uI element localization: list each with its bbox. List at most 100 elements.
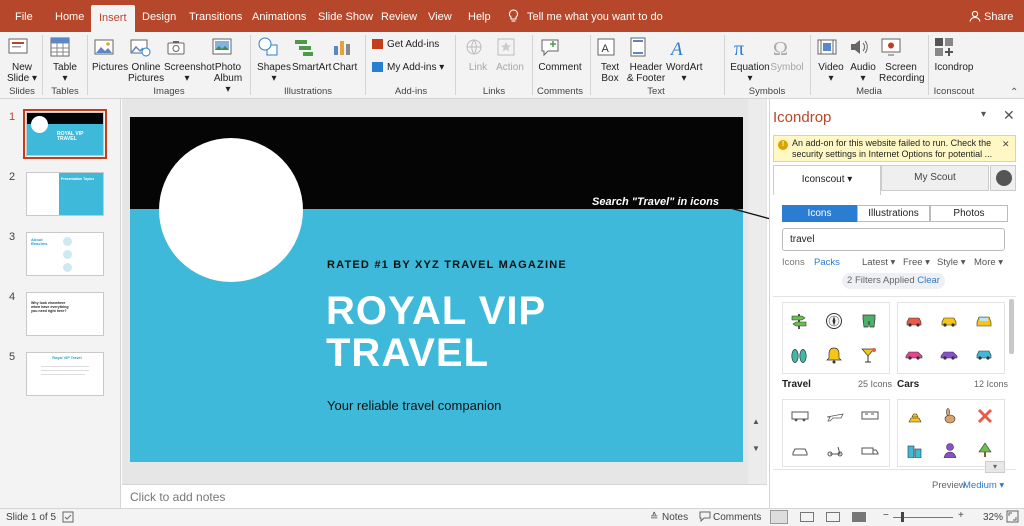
tell-me-search[interactable]: Tell me what you want to do [527, 0, 663, 32]
get-addins-button[interactable]: Get Add-ins [372, 39, 448, 50]
user-avatar-button[interactable] [990, 165, 1016, 191]
comments-button[interactable]: Comments [713, 512, 761, 523]
tab-transitions[interactable]: Transitions [189, 0, 242, 32]
filter-packs[interactable]: Packs [814, 257, 840, 268]
spellcheck-icon[interactable] [62, 511, 74, 523]
dropdown-more[interactable]: More ▾ [974, 257, 1003, 268]
scroll-more-icon[interactable]: ▾ [985, 461, 1005, 473]
audio-button[interactable]: Audio ▾ [847, 35, 879, 84]
dropdown-latest[interactable]: Latest ▾ [862, 257, 895, 268]
tab-home[interactable]: Home [55, 0, 84, 32]
slide-thumbnail-1[interactable]: ROYAL VIP TRAVEL [26, 112, 104, 156]
tab-animations[interactable]: Animations [252, 0, 306, 32]
icondrop-button[interactable]: Icondrop [932, 35, 976, 73]
zoom-level[interactable]: 32% [983, 512, 1003, 523]
notes-button[interactable]: Notes [662, 512, 688, 523]
pack-name-travel[interactable]: Travel [782, 379, 811, 390]
tab-iconscout[interactable]: Iconscout ▾ [773, 165, 881, 195]
equation-label: Equation [730, 62, 770, 73]
pane-scrollbar[interactable] [1009, 299, 1014, 354]
notes-area[interactable]: Click to add notes [122, 484, 767, 508]
slideshow-button[interactable] [852, 512, 866, 522]
photo-album-icon [210, 35, 246, 59]
online-pictures-button[interactable]: Online Pictures [128, 35, 164, 84]
group-label-tables: Tables [51, 86, 79, 97]
zoom-in-button[interactable]: + [958, 510, 964, 521]
link-button[interactable]: Link [462, 35, 494, 73]
table-button[interactable]: Table ▾ [48, 35, 82, 84]
chart-button[interactable]: Chart [330, 35, 360, 73]
notes-icon: ≙ [650, 512, 659, 523]
fit-to-window-icon[interactable] [1006, 510, 1019, 523]
slide-canvas[interactable]: RATED #1 BY XYZ TRAVEL MAGAZINE ROYAL VI… [130, 117, 743, 462]
screenshot-button[interactable]: Screenshot ▾ [164, 35, 215, 84]
pack-name-cars[interactable]: Cars [897, 379, 919, 390]
new-slide-button[interactable]: New Slide ▾ [6, 35, 38, 84]
reading-view-button[interactable] [826, 512, 840, 522]
shapes-button[interactable]: Shapes ▾ [256, 35, 292, 84]
filter-icons[interactable]: Icons [782, 257, 805, 268]
slide-kicker[interactable]: RATED #1 BY XYZ TRAVEL MAGAZINE [327, 259, 567, 271]
photo-album-label-2: Album [213, 73, 243, 84]
share-button[interactable]: Share [984, 0, 1013, 32]
dropdown-style[interactable]: Style ▾ [937, 257, 966, 268]
comment-button[interactable]: Comment [538, 35, 582, 73]
slide-circle-placeholder[interactable] [159, 138, 303, 282]
slide-thumbnail-3[interactable]: About Beaches [26, 232, 104, 276]
pack-card-cars[interactable] [897, 302, 1005, 374]
pack-card[interactable] [897, 399, 1005, 467]
pack-card-travel[interactable] [782, 302, 890, 374]
scroll-up-icon[interactable]: ▲ [752, 417, 760, 426]
slide-thumbnail-5[interactable]: Royal VIP Travel [26, 352, 104, 396]
header-footer-button[interactable]: Header & Footer [626, 35, 666, 84]
video-button[interactable]: Video ▾ [815, 35, 847, 84]
editor-scrollbar[interactable]: ▲ ▼ [748, 99, 766, 484]
collapse-ribbon-icon[interactable]: ⌃ [1010, 87, 1018, 98]
pane-options-icon[interactable]: ▾ [981, 109, 986, 120]
slide-title[interactable]: ROYAL VIP TRAVEL [326, 290, 546, 374]
seg-photos[interactable]: Photos [930, 205, 1008, 222]
wordart-button[interactable]: A WordArt ▾ [666, 35, 703, 84]
new-slide-label-1: New [11, 62, 32, 73]
pictures-button[interactable]: Pictures [92, 35, 128, 73]
thumb-title: Presentation Topics [61, 177, 95, 181]
dropdown-free[interactable]: Free ▾ [903, 257, 930, 268]
smartart-button[interactable]: SmartArt [292, 35, 331, 73]
scroll-down-icon[interactable]: ▼ [752, 444, 760, 453]
slide-thumbnail-4[interactable]: Why look elsewhere when have everything … [26, 292, 104, 336]
screen-recording-button[interactable]: Screen Recording [879, 35, 925, 84]
slide-thumbnail-2[interactable]: Presentation Topics [26, 172, 104, 216]
zoom-slider-thumb[interactable] [901, 512, 904, 522]
tab-design[interactable]: Design [142, 0, 176, 32]
tab-help[interactable]: Help [468, 0, 491, 32]
tab-view[interactable]: View [428, 0, 452, 32]
seg-illustrations[interactable]: Illustrations [857, 205, 930, 222]
compass-icon [825, 312, 843, 330]
tab-file[interactable]: File [15, 0, 33, 32]
clear-filters-link[interactable]: Clear [917, 275, 940, 286]
tab-insert[interactable]: Insert [91, 5, 135, 32]
slide-sorter-button[interactable] [800, 512, 814, 522]
my-addins-button[interactable]: My Add-ins ▾ [372, 62, 448, 73]
normal-view-button[interactable] [770, 510, 788, 524]
dropdown-arrow-icon: ▾ [828, 73, 834, 84]
action-button[interactable]: Action [494, 35, 526, 73]
audio-label: Audio [850, 62, 876, 73]
tab-review[interactable]: Review [381, 0, 417, 32]
symbol-button[interactable]: Ω Symbol [770, 35, 804, 73]
warning-close-icon[interactable]: ✕ [1002, 139, 1010, 150]
search-input[interactable]: travel [782, 228, 1005, 251]
camera-icon [164, 35, 210, 59]
close-icon[interactable]: ✕ [1003, 107, 1015, 124]
pack-card[interactable] [782, 399, 890, 467]
tab-my-scout[interactable]: My Scout [881, 165, 989, 191]
tab-slide-show[interactable]: Slide Show [318, 0, 373, 32]
zoom-out-button[interactable]: − [883, 510, 889, 521]
seg-icons[interactable]: Icons [782, 205, 857, 222]
dropdown-arrow-icon: ▾ [747, 73, 753, 84]
slide-thumbnail-panel: 1 ROYAL VIP TRAVEL 2 Presentation Topics… [0, 99, 121, 508]
text-box-button[interactable]: A Text Box [594, 35, 626, 84]
slide-subtitle[interactable]: Your reliable travel companion [327, 398, 501, 413]
preview-size-dropdown[interactable]: Medium ▾ [963, 480, 1004, 491]
equation-button[interactable]: π Equation ▾ [730, 35, 770, 84]
